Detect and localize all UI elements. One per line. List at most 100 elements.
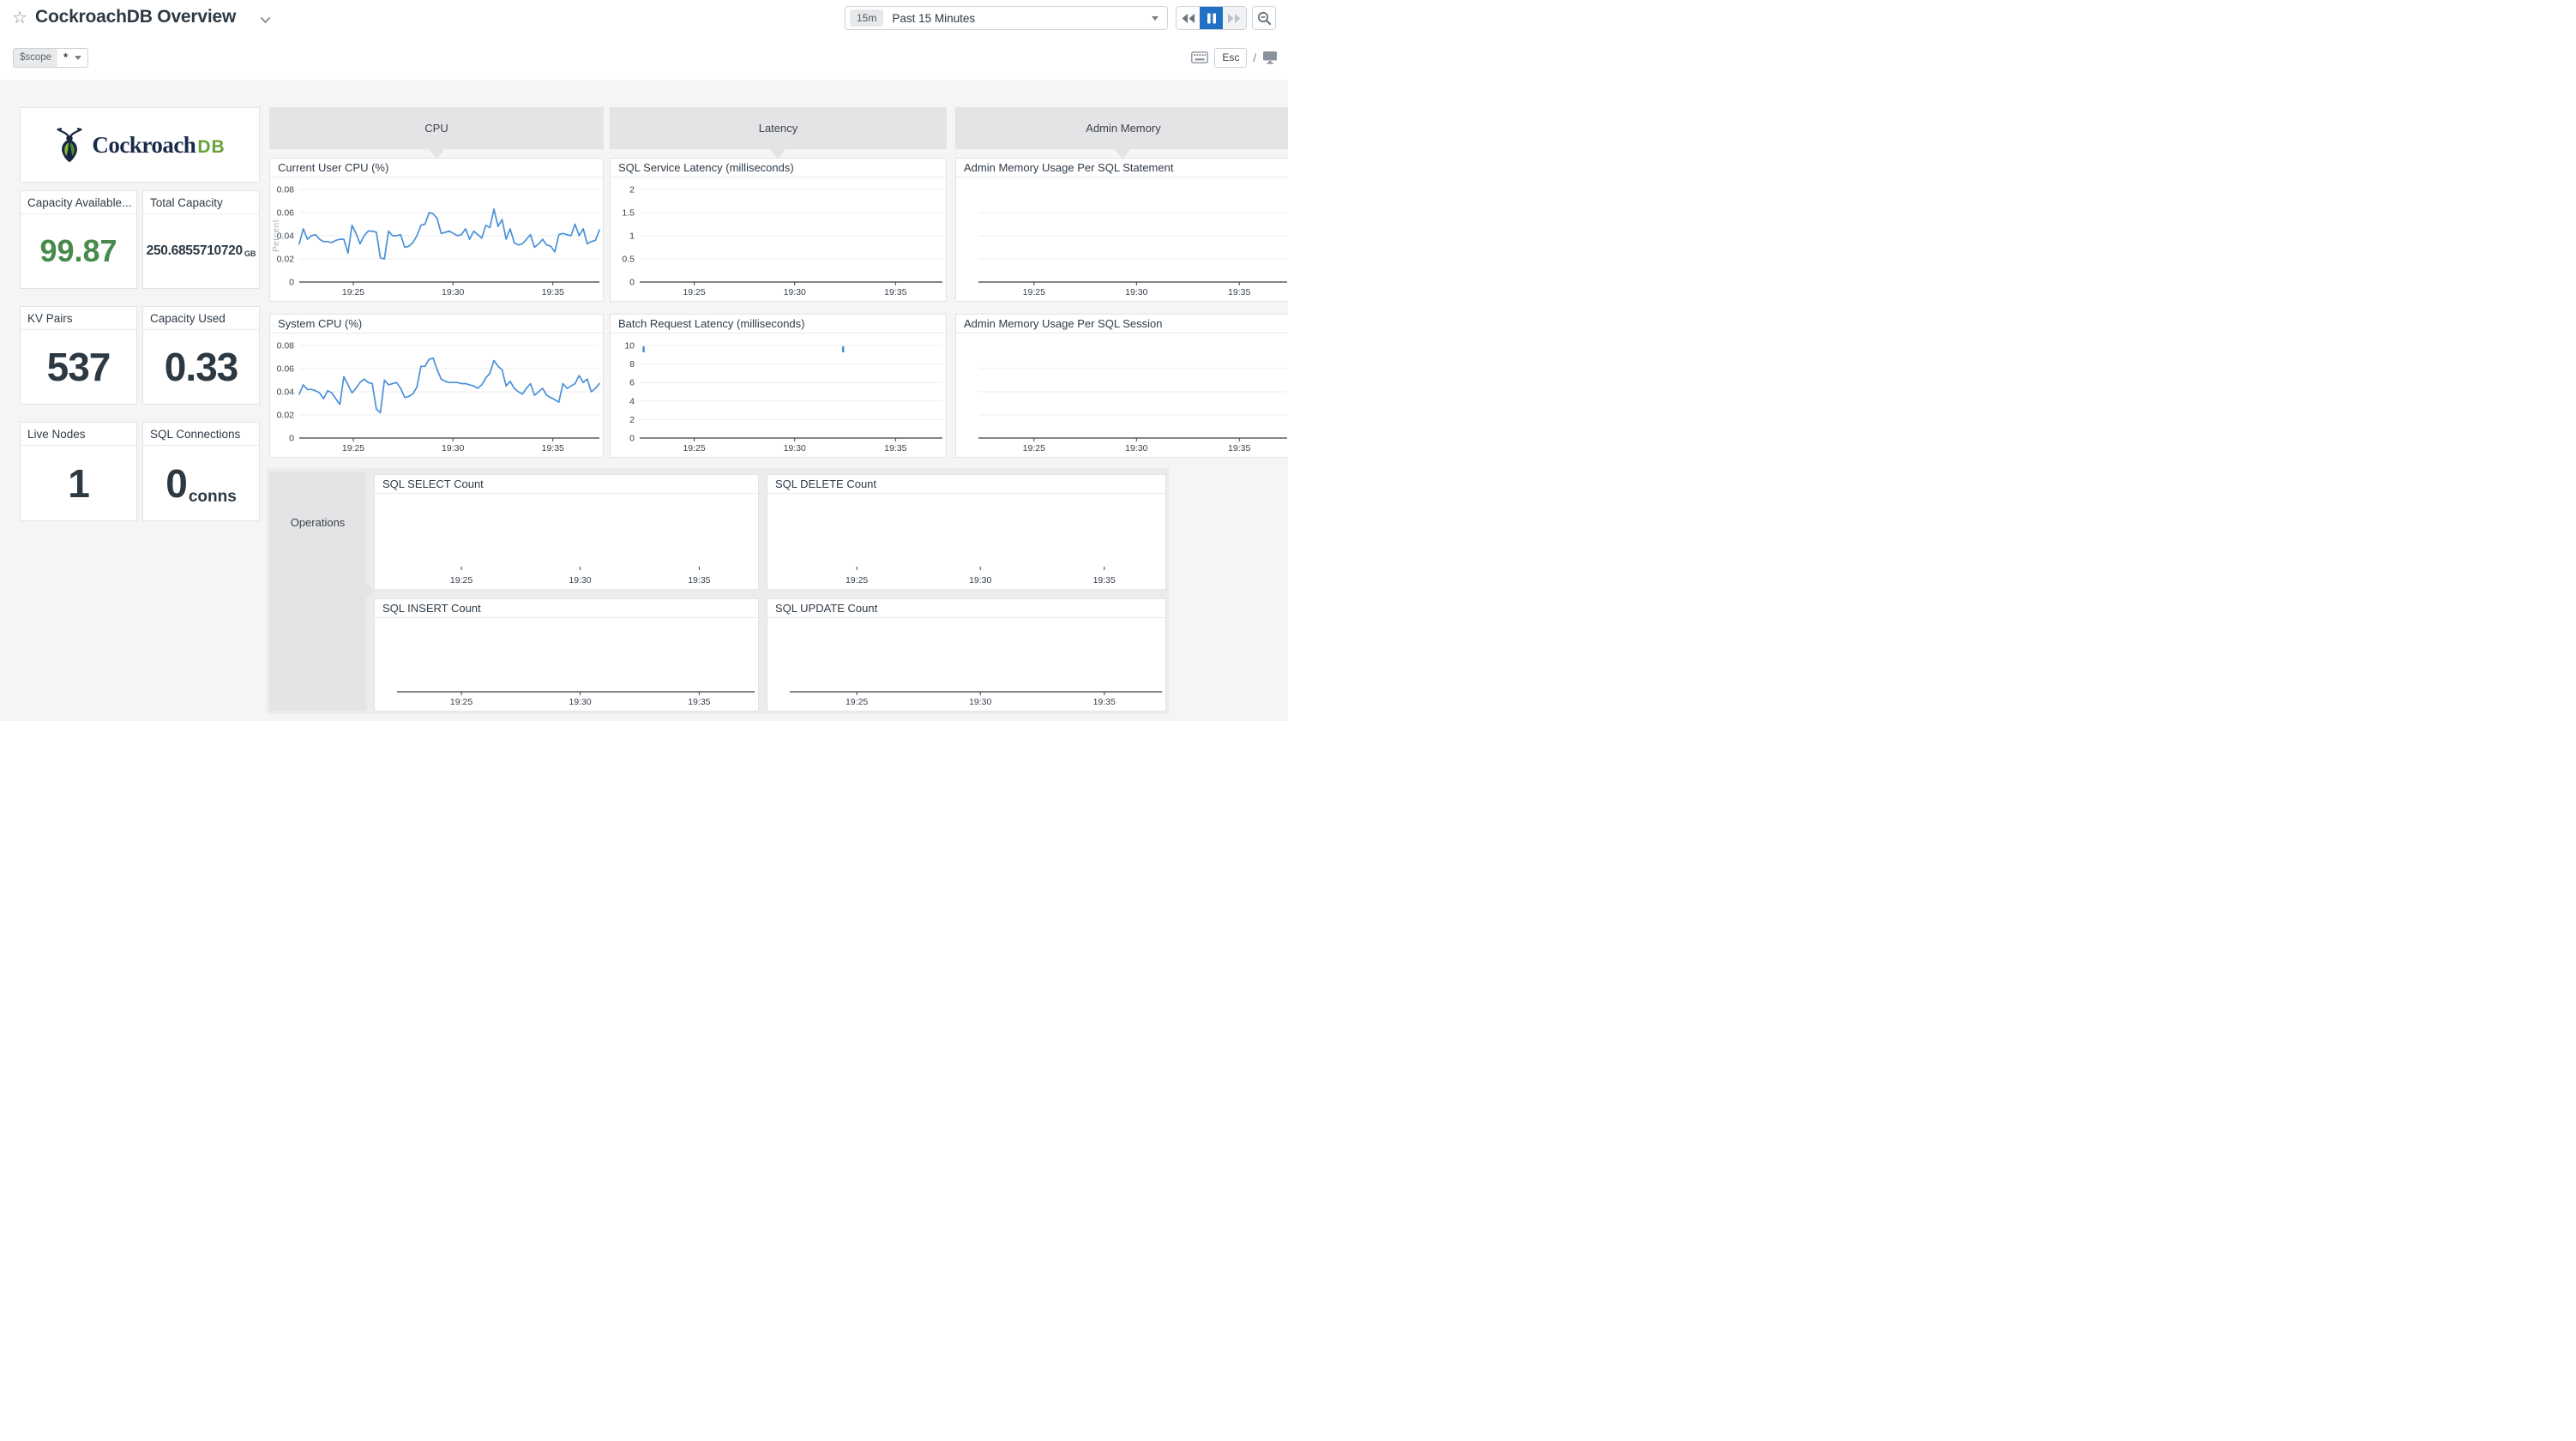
chart-card-sql-insert-count[interactable]: SQL INSERT Count 19:2519:3019:35 bbox=[374, 598, 759, 711]
svg-text:1.5: 1.5 bbox=[622, 208, 635, 219]
group-header-admin-memory[interactable]: Admin Memory bbox=[955, 107, 1288, 149]
chart-card-admin-mem-session[interactable]: Admin Memory Usage Per SQL Session 19:25… bbox=[955, 314, 1288, 458]
svg-text:19:25: 19:25 bbox=[342, 443, 364, 453]
svg-text:19:25: 19:25 bbox=[846, 697, 868, 707]
chart-card-sql-service-latency[interactable]: SQL Service Latency (milliseconds) 21.51… bbox=[610, 158, 947, 302]
svg-text:19:35: 19:35 bbox=[884, 443, 906, 453]
svg-text:Percent: Percent bbox=[272, 219, 281, 252]
group-header-operations[interactable]: Operations bbox=[269, 471, 366, 711]
group-header-cpu[interactable]: CPU bbox=[269, 107, 604, 149]
svg-text:19:35: 19:35 bbox=[1093, 575, 1116, 585]
cockroach-bug-icon bbox=[54, 126, 85, 164]
time-range-badge: 15m bbox=[850, 9, 883, 27]
stat-value: 1 bbox=[68, 460, 89, 507]
svg-text:6: 6 bbox=[629, 378, 635, 388]
title-chevron-down-icon[interactable] bbox=[260, 13, 271, 28]
chart-card-sql-select-count[interactable]: SQL SELECT Count 19:2519:3019:35 bbox=[374, 474, 759, 590]
chart-title: SQL DELETE Count bbox=[767, 475, 1165, 494]
svg-text:19:25: 19:25 bbox=[1023, 443, 1045, 453]
group-header-latency[interactable]: Latency bbox=[610, 107, 947, 149]
chart-card-system-cpu[interactable]: System CPU (%) 0.080.060.040.02019:2519:… bbox=[269, 314, 604, 458]
svg-text:19:35: 19:35 bbox=[1093, 697, 1116, 707]
scope-caret-icon bbox=[75, 56, 81, 60]
scope-value-text: * bbox=[63, 49, 68, 67]
stat-value: 250.6855710720 bbox=[147, 243, 243, 259]
svg-text:19:30: 19:30 bbox=[1125, 287, 1147, 297]
group-title: Operations bbox=[291, 516, 346, 529]
chart-card-batch-request-latency[interactable]: Batch Request Latency (milliseconds) 10 8… bbox=[610, 314, 947, 458]
chart-plot-sql-select-count: 19:2519:3019:35 bbox=[375, 494, 758, 589]
chart-card-sql-update-count[interactable]: SQL UPDATE Count 19:2519:3019:35 bbox=[767, 598, 1166, 711]
chart-card-admin-mem-statement[interactable]: Admin Memory Usage Per SQL Statement 19:… bbox=[955, 158, 1288, 302]
page-title: CockroachDB Overview bbox=[35, 7, 236, 27]
shortcut-bar: Esc / bbox=[1191, 48, 1278, 67]
svg-text:19:35: 19:35 bbox=[1228, 443, 1250, 453]
rewind-icon bbox=[1181, 13, 1195, 24]
chart-title: System CPU (%) bbox=[270, 315, 603, 333]
time-range-caret-icon bbox=[1152, 16, 1159, 21]
svg-text:10: 10 bbox=[624, 341, 635, 351]
svg-text:19:35: 19:35 bbox=[1228, 287, 1250, 297]
svg-text:19:30: 19:30 bbox=[569, 575, 591, 585]
svg-text:19:30: 19:30 bbox=[442, 287, 464, 297]
svg-text:19:25: 19:25 bbox=[342, 287, 364, 297]
esc-key-button[interactable]: Esc bbox=[1214, 48, 1247, 68]
chart-plot-admin-mem-session: 19:25 19:30 19:35 bbox=[956, 333, 1288, 457]
zoom-out-button[interactable] bbox=[1252, 6, 1276, 30]
svg-text:19:25: 19:25 bbox=[1023, 287, 1045, 297]
stat-value: 0 bbox=[166, 460, 187, 507]
svg-text:19:35: 19:35 bbox=[542, 287, 564, 297]
chart-plot-sql-service-latency: 21.510.5019:2519:3019:35 bbox=[611, 177, 946, 301]
stat-card-kv-pairs[interactable]: KV Pairs 537 bbox=[20, 306, 137, 405]
svg-text:19:30: 19:30 bbox=[784, 287, 806, 297]
chart-plot-sql-update-count: 19:25 19:30 19:35 bbox=[767, 618, 1165, 711]
cockroachdb-logo-card: CockroachDB bbox=[20, 107, 260, 183]
svg-text:0.02: 0.02 bbox=[277, 411, 295, 421]
stat-card-sql-connections[interactable]: SQL Connections 0 conns bbox=[142, 422, 260, 521]
chart-title: Admin Memory Usage Per SQL Session bbox=[956, 315, 1288, 333]
logo-brand-text: Cockroach bbox=[92, 132, 196, 158]
svg-text:0.04: 0.04 bbox=[277, 387, 295, 398]
stat-unit: GB bbox=[244, 244, 256, 258]
template-variable-scope[interactable]: $scope * bbox=[13, 48, 88, 68]
stat-card-total-capacity[interactable]: Total Capacity 250.6855710720 GB bbox=[142, 190, 260, 289]
stat-card-capacity-available[interactable]: Capacity Available... 99.87 bbox=[20, 190, 137, 289]
group-notch-operations bbox=[366, 583, 375, 598]
dashboard-page: ☆ CockroachDB Overview 15m Past 15 Minut… bbox=[0, 0, 1288, 721]
stat-card-capacity-used[interactable]: Capacity Used 0.33 bbox=[142, 306, 260, 405]
chart-card-sql-delete-count[interactable]: SQL DELETE Count 19:25 19:30 19:35 bbox=[767, 474, 1166, 590]
svg-text:1: 1 bbox=[629, 231, 635, 242]
fast-forward-icon bbox=[1227, 13, 1242, 24]
svg-text:0: 0 bbox=[289, 434, 294, 444]
favorite-star-icon[interactable]: ☆ bbox=[12, 7, 27, 28]
rewind-button[interactable] bbox=[1177, 7, 1200, 29]
time-range-selector[interactable]: 15m Past 15 Minutes bbox=[845, 6, 1168, 30]
svg-text:19:35: 19:35 bbox=[542, 443, 564, 453]
keyboard-icon bbox=[1191, 51, 1208, 63]
fullscreen-monitor-icon[interactable] bbox=[1262, 51, 1278, 64]
svg-text:0.02: 0.02 bbox=[277, 255, 295, 265]
svg-text:19:30: 19:30 bbox=[1125, 443, 1147, 453]
svg-text:0: 0 bbox=[629, 434, 635, 444]
group-notch-cpu bbox=[429, 149, 444, 159]
group-notch-admin-memory bbox=[1115, 149, 1130, 159]
chart-title: SQL INSERT Count bbox=[375, 599, 758, 618]
svg-text:19:30: 19:30 bbox=[969, 575, 991, 585]
pause-button[interactable] bbox=[1200, 7, 1223, 29]
svg-text:19:25: 19:25 bbox=[846, 575, 868, 585]
svg-text:0.06: 0.06 bbox=[277, 364, 295, 375]
svg-text:19:35: 19:35 bbox=[688, 575, 710, 585]
stat-title: Capacity Available... bbox=[21, 191, 136, 214]
chart-card-current-user-cpu[interactable]: Current User CPU (%) 0.080.060.040.02019… bbox=[269, 158, 604, 302]
chart-title: Batch Request Latency (milliseconds) bbox=[611, 315, 946, 333]
logo-db-text: DB bbox=[197, 137, 225, 157]
fast-forward-button[interactable] bbox=[1223, 7, 1246, 29]
slash-separator: / bbox=[1253, 51, 1256, 64]
scope-variable-value[interactable]: * bbox=[57, 49, 87, 67]
chart-title: Current User CPU (%) bbox=[270, 159, 603, 177]
svg-text:8: 8 bbox=[629, 359, 635, 369]
svg-text:19:30: 19:30 bbox=[969, 697, 991, 707]
svg-text:19:35: 19:35 bbox=[884, 287, 906, 297]
chart-title: SQL Service Latency (milliseconds) bbox=[611, 159, 946, 177]
stat-card-live-nodes[interactable]: Live Nodes 1 bbox=[20, 422, 137, 521]
